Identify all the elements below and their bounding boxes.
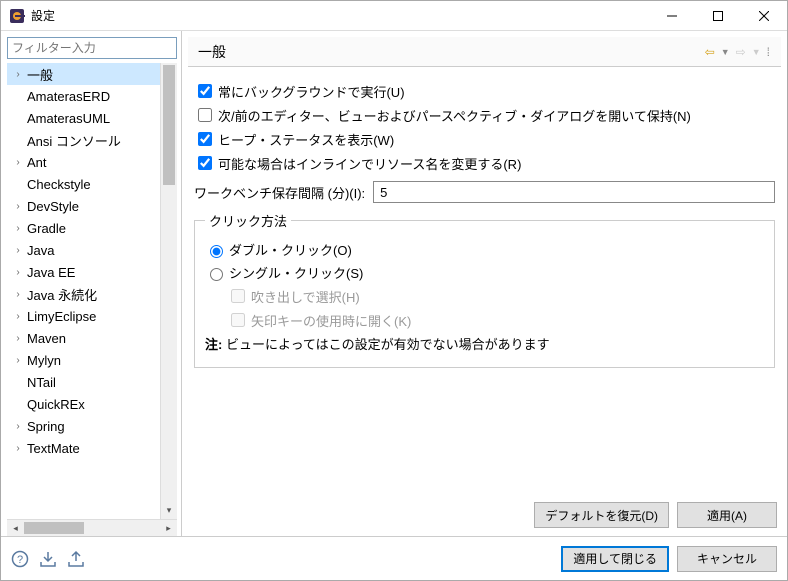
page-title: 一般 <box>198 42 705 62</box>
tree-item[interactable]: NTail <box>7 371 177 393</box>
checkbox-inline-rename[interactable]: 可能な場合はインラインでリソース名を変更する(R) <box>194 153 775 173</box>
content-pane: 一般 ⇦ ▼ ⇨ ▼ ⁞ 常にバックグラウンドで実行(U) 次/前のエディター、… <box>181 31 787 536</box>
apply-close-button[interactable]: 適用して閉じる <box>561 546 669 572</box>
close-button[interactable] <box>741 1 787 31</box>
save-interval-input[interactable] <box>373 181 775 203</box>
tree-item[interactable]: ›TextMate <box>7 437 177 459</box>
help-icon[interactable]: ? <box>11 550 29 568</box>
back-dropdown-icon[interactable]: ▼ <box>721 47 730 57</box>
tree-item-label: Ant <box>25 155 47 170</box>
svg-text:?: ? <box>17 554 23 566</box>
tree-item-label: Gradle <box>25 221 66 236</box>
expand-icon[interactable]: › <box>11 289 25 300</box>
tree-item[interactable]: ›Ant <box>7 151 177 173</box>
tree-item-label: AmaterasERD <box>25 89 110 104</box>
hscroll-thumb[interactable] <box>24 522 84 534</box>
tree-item[interactable]: ›Java 永続化 <box>7 283 177 305</box>
radio-single-click[interactable]: シングル・クリック(S) <box>205 263 764 282</box>
expand-icon[interactable]: › <box>11 157 25 168</box>
forward-icon: ⇨ <box>736 45 746 59</box>
tree-item[interactable]: ›LimyEclipse <box>7 305 177 327</box>
tree-item-label: Spring <box>25 419 65 434</box>
tree-item[interactable]: AmaterasUML <box>7 107 177 129</box>
tree-item[interactable]: AmaterasERD <box>7 85 177 107</box>
tree-item[interactable]: ›一般 <box>7 63 177 85</box>
tree-item[interactable]: ›Mylyn <box>7 349 177 371</box>
tree-item-label: Mylyn <box>25 353 61 368</box>
scroll-left-icon[interactable]: ◂ <box>7 523 24 534</box>
expand-icon[interactable]: › <box>11 267 25 278</box>
scroll-right-icon[interactable]: ▸ <box>160 523 177 534</box>
tree-vscrollbar[interactable]: ▾ <box>160 63 177 519</box>
tree-item[interactable]: ›Maven <box>7 327 177 349</box>
preference-tree: ›一般AmaterasERDAmaterasUMLAnsi コンソール›AntC… <box>7 63 177 519</box>
tree-item[interactable]: QuickREx <box>7 393 177 415</box>
minimize-button[interactable] <box>649 1 695 31</box>
restore-defaults-button[interactable]: デフォルトを復元(D) <box>534 502 669 528</box>
tree-item-label: 一般 <box>25 65 53 84</box>
cancel-button[interactable]: キャンセル <box>677 546 777 572</box>
tree-item-label: Ansi コンソール <box>25 131 121 150</box>
tree-item[interactable]: ›Java EE <box>7 261 177 283</box>
checkbox-arrow-open: 矢印キーの使用時に開く(K) <box>227 310 764 330</box>
checkbox-heap-status[interactable]: ヒープ・ステータスを表示(W) <box>194 129 775 149</box>
expand-icon[interactable]: › <box>11 223 25 234</box>
click-method-group: クリック方法 ダブル・クリック(O) シングル・クリック(S) 吹き出しで選択(… <box>194 211 775 368</box>
expand-icon[interactable]: › <box>11 355 25 366</box>
click-note: 注: ビューによってはこの設定が有効でない場合があります <box>205 334 764 353</box>
scroll-thumb[interactable] <box>163 65 175 185</box>
expand-icon[interactable]: › <box>11 311 25 322</box>
sidebar: ›一般AmaterasERDAmaterasUMLAnsi コンソール›AntC… <box>1 31 181 536</box>
tree-item[interactable]: ›Spring <box>7 415 177 437</box>
tree-item[interactable]: ›Java <box>7 239 177 261</box>
save-interval-label: ワークベンチ保存間隔 (分)(I): <box>194 183 365 202</box>
window-title: 設定 <box>31 7 649 24</box>
tree-item-label: Java EE <box>25 265 75 280</box>
tree-item[interactable]: ›DevStyle <box>7 195 177 217</box>
checkbox-open-previous[interactable]: 次/前のエディター、ビューおよびパースペクティブ・ダイアログを開いて保持(N) <box>194 105 775 125</box>
export-icon[interactable] <box>67 550 85 568</box>
maximize-button[interactable] <box>695 1 741 31</box>
filter-input[interactable] <box>7 37 177 59</box>
bottom-bar: ? 適用して閉じる キャンセル <box>1 536 787 580</box>
tree-item-label: DevStyle <box>25 199 79 214</box>
tree-item-label: Java <box>25 243 54 258</box>
tree-item-label: Java 永続化 <box>25 285 97 304</box>
tree-item[interactable]: Checkstyle <box>7 173 177 195</box>
click-method-legend: クリック方法 <box>205 211 291 230</box>
tree-item-label: AmaterasUML <box>25 111 110 126</box>
apply-button[interactable]: 適用(A) <box>677 502 777 528</box>
expand-icon[interactable]: › <box>11 201 25 212</box>
menu-icon[interactable]: ⁞ <box>767 45 771 59</box>
expand-icon[interactable]: › <box>11 421 25 432</box>
forward-dropdown-icon: ▼ <box>752 47 761 57</box>
expand-icon[interactable]: › <box>11 245 25 256</box>
expand-icon[interactable]: › <box>11 69 25 80</box>
tree-item-label: Checkstyle <box>25 177 91 192</box>
scroll-down-icon[interactable]: ▾ <box>161 502 177 519</box>
tree-item-label: TextMate <box>25 441 80 456</box>
tree-item[interactable]: ›Gradle <box>7 217 177 239</box>
tree-hscrollbar[interactable]: ◂ ▸ <box>7 519 177 536</box>
radio-double-click[interactable]: ダブル・クリック(O) <box>205 240 764 259</box>
app-icon <box>9 8 25 24</box>
checkbox-run-background[interactable]: 常にバックグラウンドで実行(U) <box>194 81 775 101</box>
tree-item-label: NTail <box>25 375 56 390</box>
expand-icon[interactable]: › <box>11 443 25 454</box>
titlebar: 設定 <box>1 1 787 31</box>
tree-item[interactable]: Ansi コンソール <box>7 129 177 151</box>
expand-icon[interactable]: › <box>11 333 25 344</box>
tree-item-label: QuickREx <box>25 397 85 412</box>
tree-item-label: Maven <box>25 331 66 346</box>
checkbox-hover-select: 吹き出しで選択(H) <box>227 286 764 306</box>
import-icon[interactable] <box>39 550 57 568</box>
tree-item-label: LimyEclipse <box>25 309 96 324</box>
back-icon[interactable]: ⇦ <box>705 45 715 59</box>
